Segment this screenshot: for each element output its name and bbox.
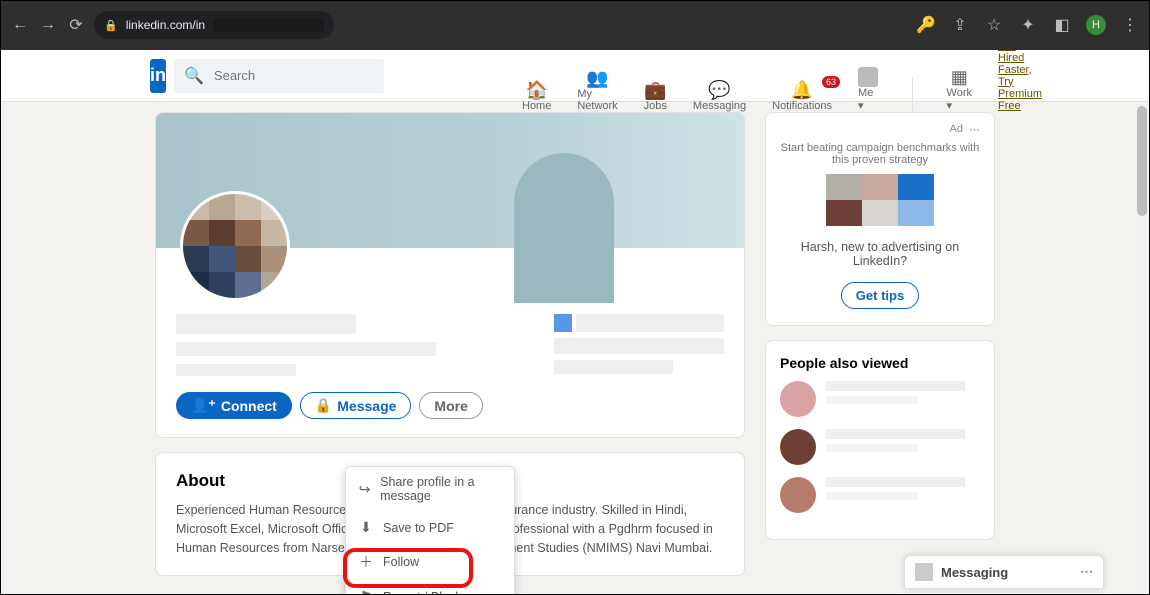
profile-card: 👤⁺ Connect 🔒 Message More <box>155 112 745 438</box>
nav-home-label: Home <box>522 100 551 112</box>
nav-jobs[interactable]: 💼 Jobs <box>644 80 667 112</box>
list-item[interactable] <box>780 429 980 465</box>
message-button[interactable]: 🔒 Message <box>300 392 412 419</box>
grid-icon: ▦ <box>951 67 968 87</box>
more-label: More <box>434 398 467 414</box>
star-icon[interactable]: ☆ <box>984 15 1004 35</box>
home-icon: 🏠 <box>525 80 547 100</box>
message-label: Message <box>337 398 396 414</box>
nav-home[interactable]: 🏠 Home <box>522 80 551 112</box>
nav-network-label: My Network <box>577 88 617 112</box>
list-item[interactable] <box>780 381 980 417</box>
nav-me[interactable]: Me ▾ <box>858 67 878 112</box>
people-also-viewed-card: People also viewed <box>765 340 995 540</box>
dd-share-profile[interactable]: ↪ Share profile in a message <box>346 467 514 511</box>
nav-work-label: Work ▾ <box>947 87 972 112</box>
scrollbar-thumb[interactable] <box>1137 106 1147 216</box>
address-bar[interactable]: 🔒 linkedin.com/in <box>94 11 334 39</box>
lock-icon: 🔒 <box>104 19 118 32</box>
briefcase-icon: 💼 <box>644 80 666 100</box>
dd-follow[interactable]: ＋ Follow <box>346 544 514 580</box>
nav-messaging[interactable]: 💬 Messaging <box>693 80 746 112</box>
messaging-avatar <box>915 563 933 581</box>
search-box[interactable]: 🔍 <box>174 59 384 93</box>
chat-icon: 💬 <box>708 80 730 100</box>
promo-line2[interactable]: Try Premium Free <box>998 76 1043 112</box>
nav-me-label: Me ▾ <box>858 87 878 112</box>
people-icon: 👥 <box>586 68 608 88</box>
ad-label: Ad <box>950 123 963 136</box>
plus-icon: ＋ <box>358 552 374 572</box>
lock-icon: 🔒 <box>315 397 332 414</box>
premium-promo[interactable]: Get Hired Faster, Try Premium Free <box>998 50 1043 112</box>
search-input[interactable] <box>212 67 374 84</box>
nav-network[interactable]: 👥 My Network <box>577 68 617 112</box>
ad-cta-button[interactable]: Get tips <box>841 282 919 309</box>
flag-icon: ⚑ <box>358 588 374 595</box>
forward-button[interactable]: → <box>38 15 58 35</box>
pav-heading: People also viewed <box>780 355 980 371</box>
linkedin-topnav: in 🔍 🏠 Home 👥 My Network 💼 Jobs 💬 Messag… <box>0 50 1150 102</box>
ad-menu-icon[interactable]: ⋯ <box>969 123 980 136</box>
ad-card: Ad ⋯ Start beating campaign benchmarks w… <box>765 112 995 326</box>
nav-notifications-label: Notifications <box>772 100 832 112</box>
connect-label: Connect <box>221 398 277 414</box>
browser-toolbar: ← → ⟳ 🔒 linkedin.com/in 🔑 ⇪ ☆ ✦ ◧ H ⋮ <box>0 0 1150 50</box>
messaging-label: Messaging <box>941 565 1008 580</box>
connect-button[interactable]: 👤⁺ Connect <box>176 392 292 419</box>
extensions-icon[interactable]: ✦ <box>1018 15 1038 35</box>
nav-notifications[interactable]: 🔔 63 Notifications <box>772 80 832 112</box>
url-redacted <box>213 18 324 32</box>
dd-follow-label: Follow <box>383 555 419 569</box>
back-button[interactable]: ← <box>10 15 30 35</box>
promo-line1[interactable]: Get Hired Faster, <box>998 50 1043 76</box>
connect-icon: 👤⁺ <box>191 397 216 414</box>
more-button[interactable]: More <box>419 392 482 419</box>
page: in 🔍 🏠 Home 👥 My Network 💼 Jobs 💬 Messag… <box>0 50 1150 595</box>
list-item[interactable] <box>780 477 980 513</box>
url-text: linkedin.com/in <box>126 18 205 32</box>
share-arrow-icon: ↪ <box>358 481 371 498</box>
chrome-menu-icon[interactable]: ⋮ <box>1120 15 1140 35</box>
content-area: 👤⁺ Connect 🔒 Message More <box>0 102 1150 595</box>
reload-button[interactable]: ⟳ <box>66 15 86 35</box>
dd-report-label: Report / Block <box>383 590 462 595</box>
messaging-dock[interactable]: Messaging ⋯ <box>904 555 1104 589</box>
search-icon: 🔍 <box>184 66 204 86</box>
bell-icon: 🔔 <box>791 80 813 100</box>
vertical-scrollbar[interactable] <box>1136 104 1148 589</box>
nav-messaging-label: Messaging <box>693 100 746 112</box>
download-icon: ⬇ <box>358 519 374 536</box>
panel-icon[interactable]: ◧ <box>1052 15 1072 35</box>
nav-jobs-label: Jobs <box>644 100 667 112</box>
nav-separator <box>912 78 913 112</box>
ad-image <box>780 174 980 226</box>
dd-save-label: Save to PDF <box>383 521 454 535</box>
more-dropdown: ↪ Share profile in a message ⬇ Save to P… <box>345 466 515 595</box>
share-icon[interactable]: ⇪ <box>950 15 970 35</box>
linkedin-logo[interactable]: in <box>150 59 166 93</box>
ad-tagline: Start beating campaign benchmarks with t… <box>780 142 980 166</box>
ad-question: Harsh, new to advertising on LinkedIn? <box>780 240 980 268</box>
notifications-badge: 63 <box>822 76 840 88</box>
dd-share-label: Share profile in a message <box>380 475 502 503</box>
chrome-profile-avatar[interactable]: H <box>1086 15 1106 35</box>
key-icon[interactable]: 🔑 <box>916 15 936 35</box>
nav-work[interactable]: ▦ Work ▾ <box>947 67 972 112</box>
dd-report-block[interactable]: ⚑ Report / Block <box>346 580 514 595</box>
avatar-icon <box>858 67 878 87</box>
messaging-caret-icon[interactable]: ⋯ <box>1080 564 1093 580</box>
dd-save-pdf[interactable]: ⬇ Save to PDF <box>346 511 514 544</box>
